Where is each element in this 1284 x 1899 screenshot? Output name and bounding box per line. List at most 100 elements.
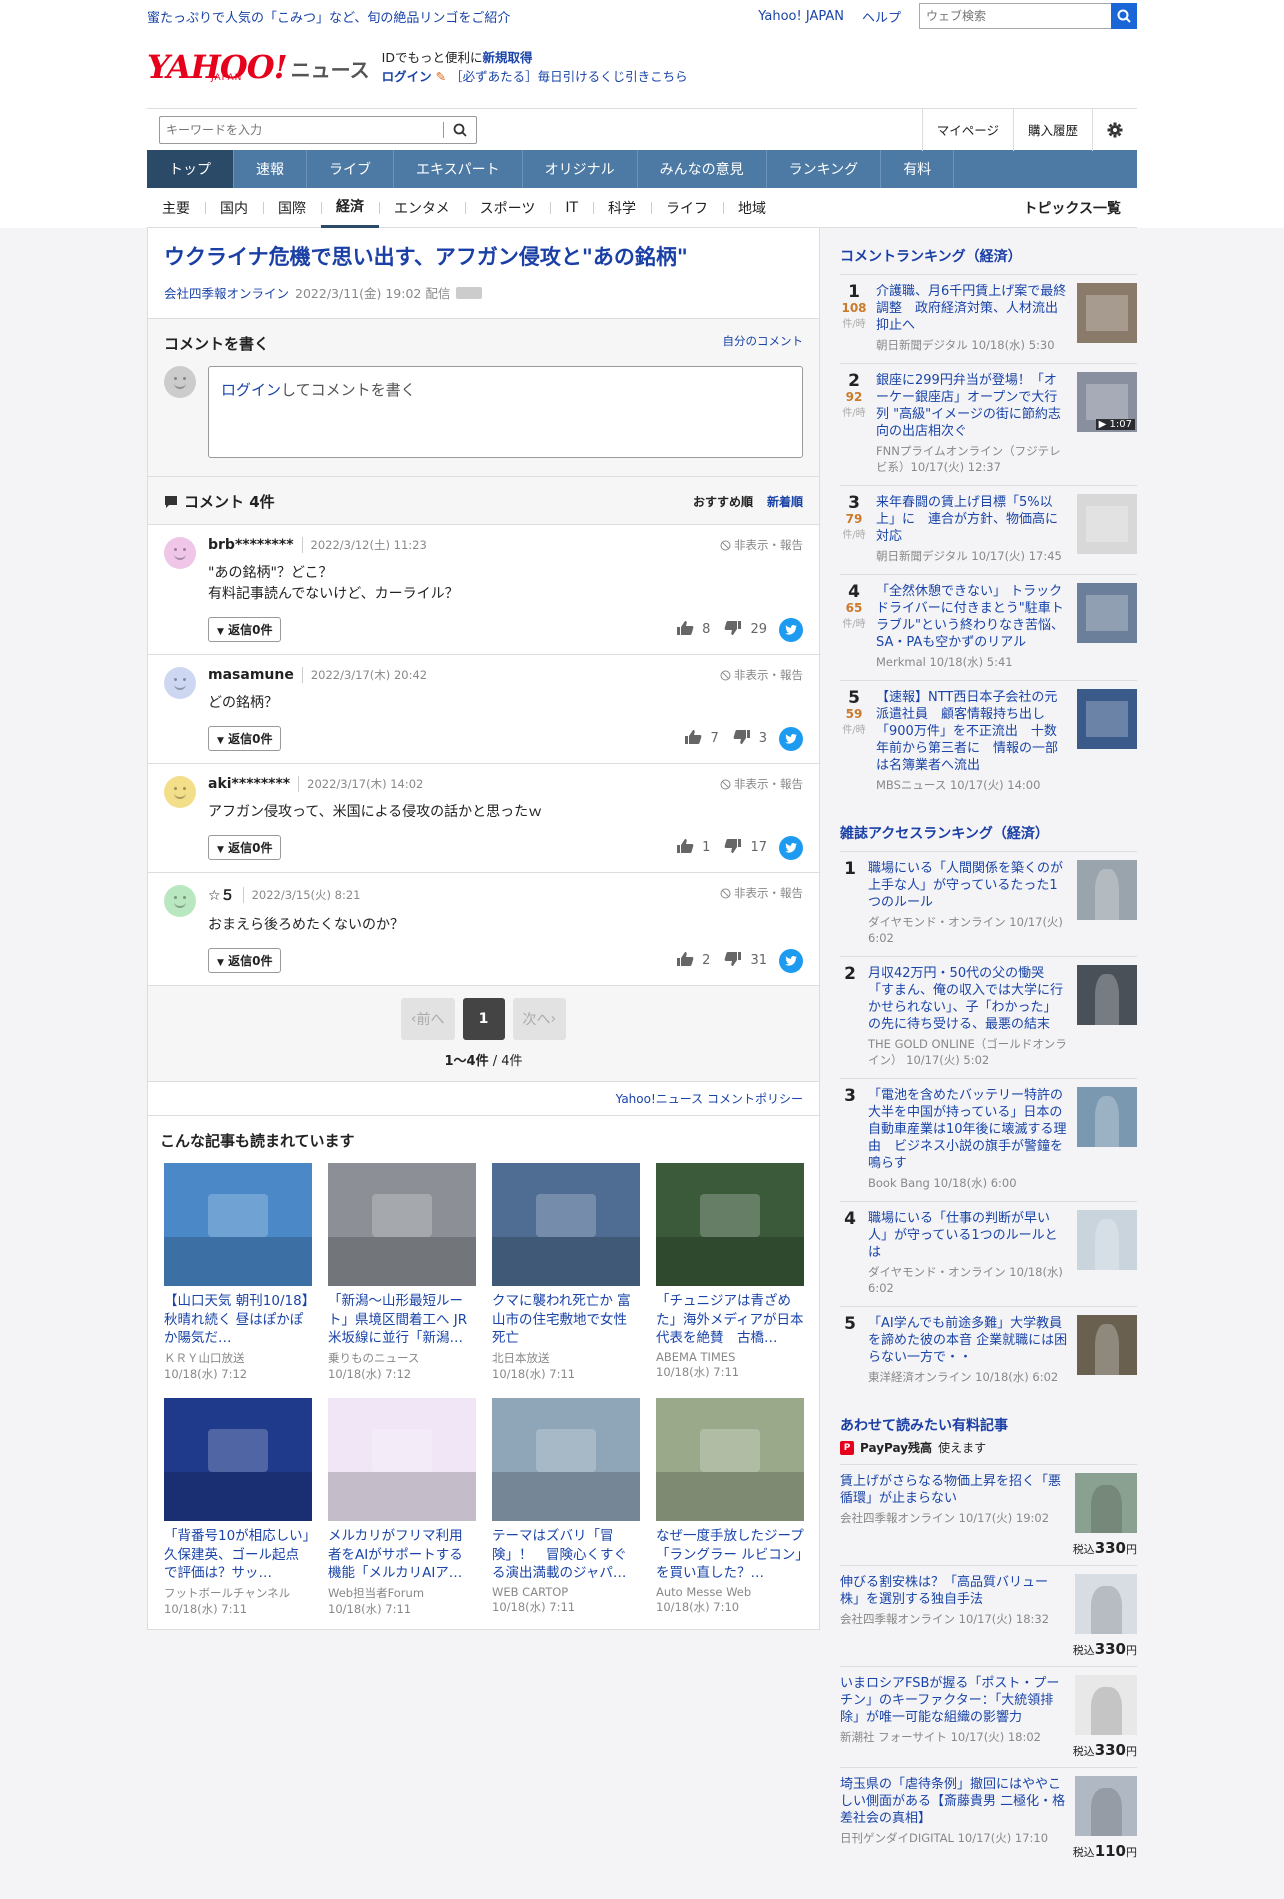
related-title[interactable]: 【山口天気 朝刊10/18】秋晴れ続く 昼はぽかぽか陽気だ… bbox=[164, 1292, 312, 1348]
mypage-link[interactable]: マイページ bbox=[921, 108, 1013, 151]
related-card[interactable]: 【山口天気 朝刊10/18】秋晴れ続く 昼はぽかぽか陽気だ… ＫＲＹ山口放送 10/… bbox=[164, 1163, 312, 1382]
nav-item-1[interactable]: 速報 bbox=[234, 150, 307, 188]
comment-input[interactable]: ログインしてコメントを書く bbox=[208, 366, 803, 459]
twitter-share-button[interactable] bbox=[779, 835, 803, 860]
sort-recommended[interactable]: おすすめ順 bbox=[693, 493, 753, 510]
paid-image[interactable] bbox=[1075, 1473, 1137, 1533]
ranking-image[interactable] bbox=[1077, 1210, 1137, 1270]
yahoo-japan-link[interactable]: Yahoo! JAPAN bbox=[758, 9, 844, 24]
ranking-item[interactable]: 2 92 件/時 銀座に299円弁当が登場！「オーケー銀座店」オープンで大行列 "高級… bbox=[840, 363, 1137, 485]
ranking-image[interactable]: ▶ 1:07 bbox=[1077, 372, 1137, 432]
thumbs-up-button[interactable] bbox=[676, 951, 694, 971]
related-card[interactable]: なぜ一度手放したジープ「ラングラー ルビコン」を買い直した？… Auto Mess… bbox=[656, 1398, 804, 1617]
ranking-title[interactable]: 職場にいる「仕事の判断が早い人」が守っている1つのルールとは bbox=[868, 1210, 1069, 1261]
ranking-title[interactable]: 職場にいる「人間関係を築くのが上手な人」が守っているたった1つのルール bbox=[868, 860, 1069, 911]
nav-item-5[interactable]: みんなの意見 bbox=[638, 150, 767, 188]
thumbs-up-button[interactable] bbox=[676, 838, 694, 858]
promo-link[interactable]: 蜜たっぷりで人気の「こみつ」など、旬の絶品リンゴをご紹介 bbox=[147, 7, 510, 26]
ranking-item[interactable]: 3 「電池を含めたバッテリー特許の大半を中国が持っている」日本の自動車産業は10年… bbox=[840, 1078, 1137, 1201]
ranking-image[interactable] bbox=[1077, 583, 1137, 643]
ranking-item[interactable]: 4 職場にいる「仕事の判断が早い人」が守っている1つのルールとは ダイヤモンド・オン… bbox=[840, 1201, 1137, 1306]
ranking-title[interactable]: 月収42万円・50代の父の慟哭「すまん、俺の収入では大学に行かせられない」、子「… bbox=[868, 965, 1069, 1033]
category-tab-3[interactable]: 経済 bbox=[321, 188, 379, 228]
ranking-item[interactable]: 1 職場にいる「人間関係を築くのが上手な人」が守っているたった1つのルール ダイヤモ… bbox=[840, 851, 1137, 956]
paid-title[interactable]: 埼玉県の「虐待条例」撤回にはややこしい側面がある【斎藤貴男 二極化・格差社会の真… bbox=[840, 1776, 1067, 1827]
paid-title[interactable]: 賃上げがさらなる物価上昇を招く「悪循環」が止まらない bbox=[840, 1473, 1067, 1507]
twitter-share-button[interactable] bbox=[779, 617, 803, 642]
ranking-image[interactable] bbox=[1077, 965, 1137, 1025]
comment-user[interactable]: ☆５ bbox=[208, 885, 235, 905]
reply-button[interactable]: ▼ 返信0件 bbox=[208, 835, 282, 861]
related-image[interactable] bbox=[656, 1398, 804, 1522]
paid-image[interactable] bbox=[1075, 1675, 1137, 1735]
lottery-link[interactable]: ［必ずあたる］毎日引けるくじ引きこちら bbox=[450, 69, 688, 84]
ranking-item[interactable]: 4 65 件/時 「全然休憩できない」 トラックドライバーに付きまとう"駐車トラブル"… bbox=[840, 574, 1137, 680]
ranking-image[interactable] bbox=[1077, 689, 1137, 749]
keyword-input[interactable] bbox=[160, 116, 443, 143]
ranking-image[interactable] bbox=[1077, 860, 1137, 920]
related-title[interactable]: 「チュニジアは青ざめた」海外メディアが日本代表を絶賛 古橋… bbox=[656, 1292, 804, 1348]
ranking-item[interactable]: 2 月収42万円・50代の父の慟哭「すまん、俺の収入では大学に行かせられない」、子… bbox=[840, 956, 1137, 1078]
related-image[interactable] bbox=[164, 1398, 312, 1522]
comment-user[interactable]: brb******** bbox=[208, 537, 294, 553]
ranking-image[interactable] bbox=[1077, 283, 1137, 343]
login-link[interactable]: ログイン bbox=[382, 69, 432, 84]
related-image[interactable] bbox=[164, 1163, 312, 1287]
article-title[interactable]: ウクライナ危機で思い出す、アフガン侵攻と"あの銘柄" bbox=[164, 244, 803, 271]
category-tab-7[interactable]: 科学 bbox=[593, 188, 651, 228]
twitter-share-button[interactable] bbox=[779, 726, 803, 751]
nav-item-2[interactable]: ライブ bbox=[307, 150, 394, 188]
ranking-title[interactable]: 「電池を含めたバッテリー特許の大半を中国が持っている」日本の自動車産業は10年後… bbox=[868, 1087, 1069, 1172]
paid-title[interactable]: 伸びる割安株は？「高品質バリュー株」を選別する独自手法 bbox=[840, 1574, 1067, 1608]
hide-report-link[interactable]: 非表示・報告 bbox=[720, 667, 803, 683]
category-tab-1[interactable]: 国内 bbox=[205, 188, 263, 228]
nav-item-7[interactable]: 有料 bbox=[881, 150, 955, 188]
comment-user[interactable]: masamune bbox=[208, 667, 294, 683]
nav-item-6[interactable]: ランキング bbox=[767, 150, 882, 188]
related-card[interactable]: 「新潟～山形最短ルート」県境区間着工へ JR米坂線に並行「新潟… 乗りものニュース… bbox=[328, 1163, 476, 1382]
article-source[interactable]: 会社四季報オンライン bbox=[164, 283, 289, 302]
category-tab-9[interactable]: 地域 bbox=[723, 188, 781, 228]
ranking-image[interactable] bbox=[1077, 494, 1137, 554]
related-title[interactable]: メルカリがフリマ利用者をAIがサポートする機能「メルカリAIア… bbox=[328, 1527, 476, 1583]
page-1-button[interactable]: 1 bbox=[462, 998, 505, 1041]
thumbs-down-button[interactable] bbox=[724, 838, 742, 858]
paid-item[interactable]: 埼玉県の「虐待条例」撤回にはややこしい側面がある【斎藤貴男 二極化・格差社会の真… bbox=[840, 1767, 1137, 1868]
comment-policy-link[interactable]: Yahoo!ニュース コメントポリシー bbox=[148, 1081, 819, 1115]
related-card[interactable]: メルカリがフリマ利用者をAIがサポートする機能「メルカリAIア… Web担当者Fo… bbox=[328, 1398, 476, 1617]
related-card[interactable]: 「チュニジアは青ざめた」海外メディアが日本代表を絶賛 古橋… ABEMA TIME… bbox=[656, 1163, 804, 1382]
related-card[interactable]: クマに襲われ死亡か 富山市の住宅敷地で女性死亡 北日本放送 10/18(水) 7:1… bbox=[492, 1163, 640, 1382]
comment-user[interactable]: aki******** bbox=[208, 776, 290, 792]
paid-image[interactable] bbox=[1075, 1574, 1137, 1634]
related-card[interactable]: 「背番号10が相応しい」久保建英、ゴール起点で評価は？サッ… フットボールチャンネ… bbox=[164, 1398, 312, 1617]
purchase-history-link[interactable]: 購入履歴 bbox=[1012, 108, 1092, 151]
related-title[interactable]: クマに襲われ死亡か 富山市の住宅敷地で女性死亡 bbox=[492, 1292, 640, 1348]
help-link[interactable]: ヘルプ bbox=[862, 7, 901, 26]
web-search-button[interactable] bbox=[1111, 3, 1137, 29]
reply-button[interactable]: ▼ 返信0件 bbox=[208, 948, 282, 974]
twitter-share-button[interactable] bbox=[779, 948, 803, 973]
settings-button[interactable] bbox=[1092, 108, 1137, 151]
category-tab-8[interactable]: ライフ bbox=[651, 188, 723, 228]
category-tab-6[interactable]: IT bbox=[550, 188, 593, 228]
category-tab-4[interactable]: エンタメ bbox=[379, 188, 465, 228]
reply-button[interactable]: ▼ 返信0件 bbox=[208, 726, 282, 752]
login-link[interactable]: ログイン bbox=[221, 381, 281, 399]
paid-image[interactable] bbox=[1075, 1776, 1137, 1836]
related-title[interactable]: なぜ一度手放したジープ「ラングラー ルビコン」を買い直した？… bbox=[656, 1527, 804, 1583]
hide-report-link[interactable]: 非表示・報告 bbox=[720, 537, 803, 553]
ranking-title[interactable]: 【速報】NTT西日本子会社の元派遣社員 顧客情報持ち出し「900万件」を不正流出… bbox=[876, 689, 1069, 774]
topics-list-link[interactable]: トピックス一覧 bbox=[1023, 198, 1137, 218]
keyword-search-button[interactable] bbox=[444, 123, 476, 137]
thumbs-down-button[interactable] bbox=[724, 620, 742, 640]
nav-item-4[interactable]: オリジナル bbox=[523, 150, 638, 188]
category-tab-5[interactable]: スポーツ bbox=[464, 188, 551, 228]
ranking-title[interactable]: 「全然休憩できない」 トラックドライバーに付きまとう"駐車トラブル"という終わり… bbox=[876, 583, 1069, 651]
paid-item[interactable]: 賃上げがさらなる物価上昇を招く「悪循環」が止まらない 会社四季報オンライン 10/… bbox=[840, 1464, 1137, 1565]
paid-item[interactable]: いまロシアFSBが握る「ポスト・プーチン」のキーファクター：「大統領排除」が唯一… bbox=[840, 1666, 1137, 1767]
web-search-input[interactable] bbox=[919, 3, 1111, 29]
related-image[interactable] bbox=[492, 1163, 640, 1287]
ranking-title[interactable]: 介護職、月6千円賃上げ案で最終調整 政府経済対策、人材流出抑止へ bbox=[876, 283, 1069, 334]
hide-report-link[interactable]: 非表示・報告 bbox=[720, 885, 803, 901]
ranking-title[interactable]: 銀座に299円弁当が登場！「オーケー銀座店」オープンで大行列 "高級"イメージの… bbox=[876, 372, 1069, 440]
